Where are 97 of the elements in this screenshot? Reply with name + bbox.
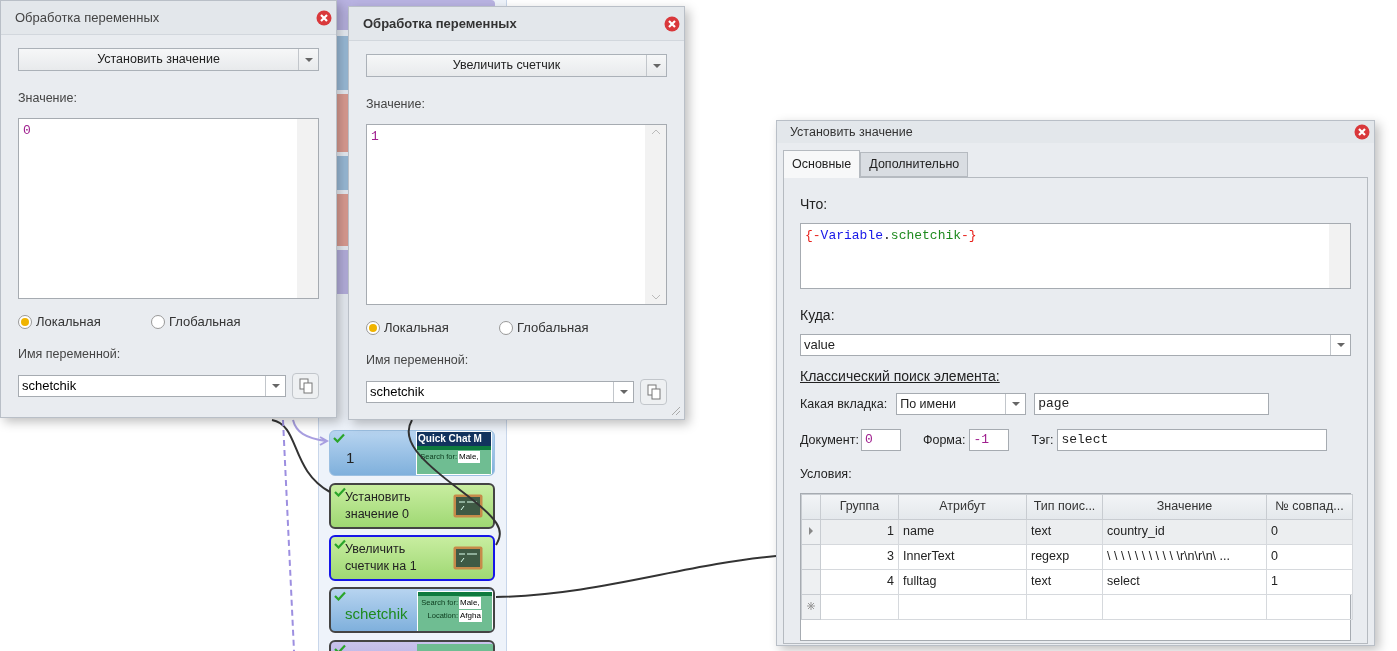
table-cell: 0: [1266, 519, 1353, 545]
copy-button[interactable]: [292, 373, 319, 399]
action-dropdown[interactable]: Увеличить счетчик: [366, 54, 667, 77]
tab[interactable]: Дополнительно: [860, 152, 969, 177]
caret-icon: [1011, 402, 1020, 406]
field-label: Форма:: [922, 431, 966, 449]
caret-icon: [304, 57, 313, 62]
column-header[interactable]: Тип поис...: [1026, 494, 1103, 520]
node-label: 1: [346, 448, 355, 468]
caret-icon: [1336, 343, 1345, 347]
row-header[interactable]: [801, 594, 821, 620]
node-label: Увеличить счетчик на 1: [345, 541, 418, 575]
field-label: Документ:: [800, 431, 859, 449]
caret-icon: [652, 63, 661, 68]
thumbnail-field: Male,: [458, 451, 480, 463]
node-label: schetchik: [345, 604, 408, 624]
table-cell: 1: [820, 519, 899, 545]
thumbnail-field: Afgha: [459, 610, 482, 622]
field-label: Что:: [800, 195, 829, 214]
check-icon: [334, 644, 346, 651]
value-text: 0: [22, 121, 32, 140]
chalkboard-icon: [453, 546, 483, 570]
chalkboard-icon: [453, 494, 483, 518]
scrollbar: [1329, 224, 1350, 288]
dialog-title: Обработка переменных: [363, 14, 517, 33]
radio-button[interactable]: Локальная: [18, 311, 151, 332]
table-cell: select: [1102, 569, 1267, 595]
table-cell: 1: [1266, 569, 1353, 595]
target-combobox[interactable]: value: [800, 334, 1351, 356]
copy-button[interactable]: [640, 379, 667, 405]
value-textarea[interactable]: 0: [18, 117, 319, 299]
input-field[interactable]: page: [1034, 393, 1270, 415]
table-cell: country_id: [1102, 519, 1267, 545]
check-icon: [334, 591, 346, 601]
variable-name-combobox[interactable]: schetchik: [366, 381, 635, 403]
field-label: Имя переменной:: [18, 346, 122, 364]
check-icon: [334, 539, 346, 549]
value-textarea[interactable]: 1: [366, 123, 667, 305]
close-button[interactable]: [315, 8, 333, 27]
scroll-down-icon: [650, 293, 661, 300]
code-field[interactable]: {-Variable.schetchik-}: [800, 223, 1351, 289]
table-cell: \ \ \ \ \ \ \ \ \ \ \r\n\r\n\ ...: [1102, 544, 1267, 570]
action-dropdown[interactable]: Установить значение: [18, 48, 319, 71]
row-pointer-icon: [809, 527, 813, 536]
table-cell: text: [1026, 569, 1103, 595]
thumbnail-field: Male,: [459, 597, 481, 609]
table-cell: 4: [820, 569, 899, 595]
caret-icon: [619, 390, 628, 394]
radio-button[interactable]: Глобальная: [499, 317, 632, 338]
check-icon: [334, 487, 346, 497]
section-heading: Классический поиск элемента:: [800, 367, 1000, 386]
variable-name-combobox[interactable]: schetchik: [18, 375, 287, 397]
table-cell: 0: [1266, 544, 1353, 570]
node-label: Установить значение 0: [345, 489, 412, 523]
column-header[interactable]: № совпад...: [1266, 494, 1353, 520]
table-cell: text: [1026, 519, 1103, 545]
scroll-up-icon: [650, 128, 661, 135]
radio-button[interactable]: Глобальная: [151, 311, 284, 332]
row-header: [801, 494, 821, 520]
copy-icon: [646, 384, 661, 400]
field-label: Куда:: [800, 306, 836, 325]
close-button[interactable]: [663, 14, 681, 33]
canvas-node[interactable]: Установить значение 0: [329, 483, 495, 529]
field-label: Условия:: [800, 466, 853, 483]
input-field[interactable]: -1: [969, 429, 1010, 451]
table-cell: fulltag: [898, 569, 1027, 595]
thumbnail-title: Quick Chat M: [417, 432, 491, 446]
row-header[interactable]: [801, 519, 821, 545]
close-button[interactable]: [1353, 123, 1371, 141]
new-row-icon: [807, 602, 815, 611]
resize-grip-icon: [669, 404, 681, 416]
column-header[interactable]: Группа: [820, 494, 899, 520]
field-label: Имя переменной:: [366, 352, 470, 370]
table-cell: InnerText: [898, 544, 1027, 570]
copy-icon: [298, 378, 313, 394]
radio-button[interactable]: Локальная: [366, 317, 499, 338]
check-icon: [333, 433, 345, 443]
connector-arrow: [292, 419, 328, 446]
column-header[interactable]: Атрибут: [898, 494, 1027, 520]
tab[interactable]: Основные: [783, 150, 861, 178]
table-cell: regexp: [1026, 544, 1103, 570]
table-cell: 3: [820, 544, 899, 570]
table-cell: name: [898, 519, 1027, 545]
column-header[interactable]: Значение: [1102, 494, 1267, 520]
dialog-title: Обработка переменных: [15, 8, 160, 27]
value-text: 1: [370, 127, 380, 146]
dialog-title: Установить значение: [790, 123, 913, 141]
code-text: {-Variable.schetchik-}: [804, 227, 978, 245]
caret-icon: [271, 384, 280, 388]
field-label: Какая вкладка:: [800, 395, 888, 413]
tab-mode-combobox[interactable]: По имени: [896, 393, 1027, 415]
input-field[interactable]: select: [1057, 429, 1328, 451]
input-field[interactable]: 0: [860, 429, 901, 451]
field-label: Значение:: [18, 90, 78, 107]
field-label: Тэг:: [1031, 431, 1054, 449]
canvas-node[interactable]: Увеличить счетчик на 1: [329, 535, 495, 581]
field-label: Значение:: [366, 96, 426, 113]
